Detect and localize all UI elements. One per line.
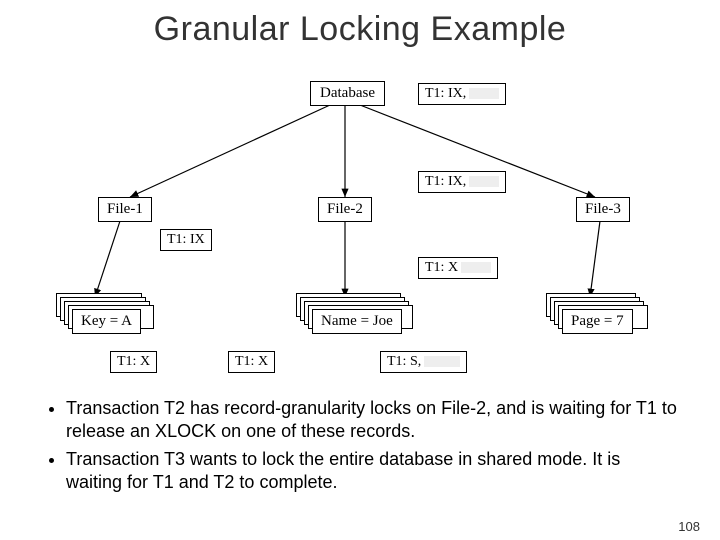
slide-title: Granular Locking Example [0, 0, 720, 49]
lock-file1: T1: IX [160, 229, 212, 251]
lock-file2: T1: IX, [418, 171, 506, 193]
lock-database: T1: IX, [418, 83, 506, 105]
node-file1: File-1 [98, 197, 152, 222]
shaded-region [424, 356, 460, 367]
bullet-item: Transaction T2 has record-granularity lo… [66, 397, 680, 442]
lock-name-joe-below: T1: S, [380, 351, 467, 373]
node-database: Database [310, 81, 385, 106]
node-file3: File-3 [576, 197, 630, 222]
node-name-joe: Name = Joe [312, 309, 402, 334]
shaded-region [469, 88, 499, 99]
lock-name-joe-right: T1: X [418, 257, 498, 279]
node-file2: File-2 [318, 197, 372, 222]
lock-hierarchy-diagram: Database T1: IX, File-1 T1: IX File-2 T1… [0, 59, 720, 389]
shaded-region [469, 176, 499, 187]
lock-key-a-below: T1: X [110, 351, 157, 373]
node-key-a: Key = A [72, 309, 141, 334]
lock-database-text: T1: IX, [425, 86, 466, 101]
shaded-region [461, 262, 491, 273]
lock-file2-text: T1: IX, [425, 174, 466, 189]
bullet-item: Transaction T3 wants to lock the entire … [66, 448, 680, 493]
lock-key-a-right: T1: X [228, 351, 275, 373]
page-number: 108 [678, 519, 700, 534]
lock-name-joe-right-text: T1: X [425, 260, 458, 275]
lock-name-joe-below-text: T1: S, [387, 354, 421, 369]
bullet-list: Transaction T2 has record-granularity lo… [48, 397, 680, 493]
diagram-arrows [0, 59, 720, 389]
node-page-7: Page = 7 [562, 309, 633, 334]
